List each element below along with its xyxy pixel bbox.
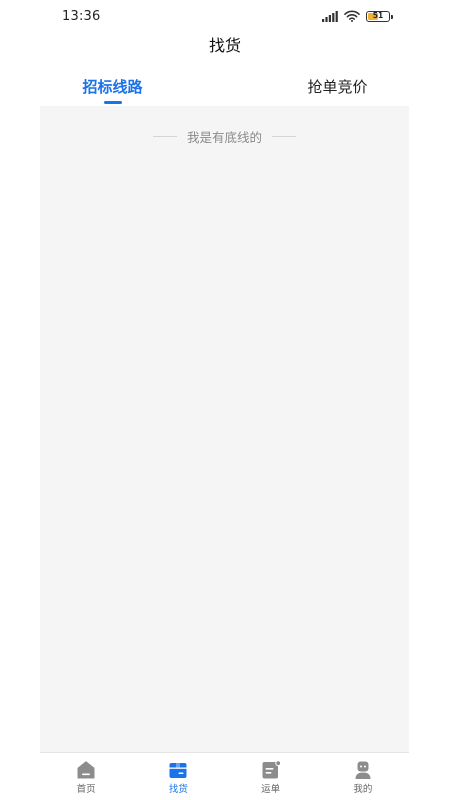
tab-bar: 招标线路 抢单竞价 (0, 70, 450, 106)
list-end-notice: 我是有底线的 (40, 127, 409, 146)
status-bar: 13:36 51 (0, 0, 450, 32)
cargo-list[interactable]: 我是有底线的 (40, 106, 409, 752)
nav-item-profile-label: 我的 (353, 784, 373, 795)
tab-grab-order-bidding[interactable]: 抢单竞价 (225, 70, 450, 106)
wifi-icon (344, 10, 360, 22)
bottom-nav: 首页 找货 运单 我的 (40, 752, 409, 800)
tab-grab-order-bidding-label: 抢单竞价 (307, 78, 368, 96)
home-icon (77, 761, 95, 779)
battery-level: 51 (372, 11, 384, 21)
nav-item-waybill[interactable]: 运单 (225, 753, 317, 800)
divider-left (152, 136, 177, 137)
profile-icon (355, 761, 371, 779)
page-title: 找货 (208, 36, 241, 55)
nav-item-home[interactable]: 首页 (40, 753, 132, 800)
divider-right (272, 136, 296, 137)
signal-icon (322, 10, 338, 22)
battery-icon: 51 (366, 10, 393, 22)
battery-cap (390, 14, 393, 19)
tab-bidding-routes-label: 招标线路 (82, 78, 143, 96)
status-time: 13:36 (62, 8, 101, 24)
nav-item-waybill-label: 运单 (261, 784, 281, 795)
screen: 13:36 51 找货 招标线路 抢单竞价 我是有底线的 首页 找货 运单 我的 (0, 0, 450, 800)
tab-bidding-routes[interactable]: 招标线路 (0, 70, 225, 106)
list-end-text: 我是有底线的 (186, 130, 262, 145)
nav-item-find-cargo[interactable]: 找货 (132, 753, 224, 800)
status-icons: 51 (322, 10, 393, 22)
tab-active-indicator (103, 101, 122, 104)
cargo-box-icon (169, 763, 187, 778)
nav-item-home-label: 首页 (76, 784, 96, 795)
nav-item-profile[interactable]: 我的 (317, 753, 409, 800)
nav-item-find-cargo-label: 找货 (168, 784, 188, 795)
waybill-icon (262, 760, 281, 779)
